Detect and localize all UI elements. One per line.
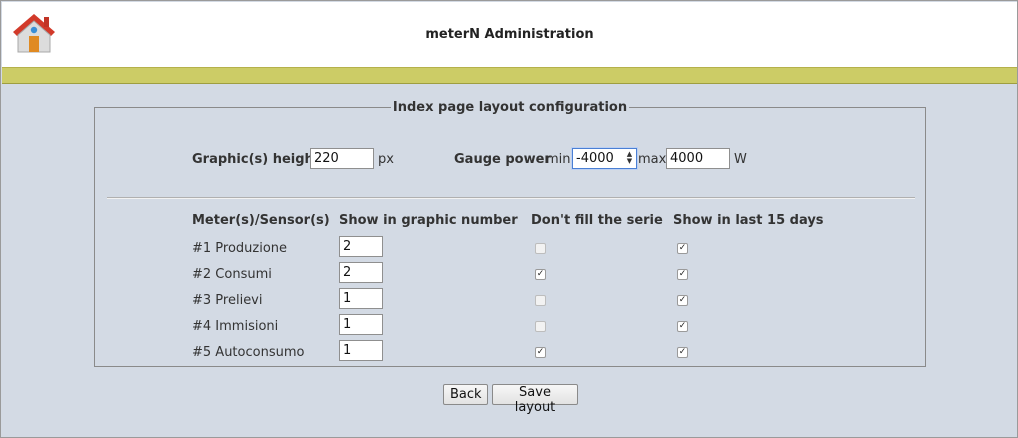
nofill-checkbox[interactable]	[535, 243, 546, 254]
nofill-checkbox[interactable]: ✓	[535, 269, 546, 280]
last15-checkbox[interactable]: ✓	[677, 347, 688, 358]
meter-name: #4 Immisioni	[192, 319, 279, 334]
spinner-arrows-icon[interactable]: ▲ ▼	[625, 151, 634, 165]
col-header-meter: Meter(s)/Sensor(s)	[192, 213, 330, 228]
last15-checkbox[interactable]: ✓	[677, 295, 688, 306]
graphic-number-input[interactable]	[339, 236, 383, 257]
graphic-number-input[interactable]	[339, 314, 383, 335]
graphic-height-input[interactable]	[310, 148, 374, 169]
gauge-max-input[interactable]	[666, 148, 730, 169]
graphic-number-input[interactable]	[339, 340, 383, 361]
col-header-nofill: Don't fill the serie	[531, 213, 663, 228]
nofill-checkbox[interactable]: ✓	[535, 347, 546, 358]
graphic-height-unit: px	[378, 152, 394, 167]
divider	[107, 197, 915, 199]
meter-name: #5 Autoconsumo	[192, 345, 305, 360]
gauge-min-label: min	[546, 152, 571, 167]
header: meterN Administration	[2, 2, 1017, 68]
gauge-power-label: Gauge power	[454, 152, 551, 167]
gauge-max-label: max	[638, 152, 667, 167]
page-title: meterN Administration	[425, 27, 594, 42]
back-button[interactable]: Back	[443, 384, 488, 405]
gauge-unit: W	[734, 152, 747, 167]
meter-name: #3 Prelievi	[192, 293, 263, 308]
graphic-height-label: Graphic(s) height	[192, 152, 321, 167]
last15-checkbox[interactable]: ✓	[677, 269, 688, 280]
layout-config-fieldset: Index page layout configuration Graphic(…	[94, 100, 926, 367]
graphic-number-input[interactable]	[339, 288, 383, 309]
meter-name: #1 Produzione	[192, 241, 288, 256]
save-layout-button[interactable]: Save layout	[492, 384, 578, 415]
nofill-checkbox[interactable]	[535, 295, 546, 306]
graphic-number-input[interactable]	[339, 262, 383, 283]
last15-checkbox[interactable]: ✓	[677, 243, 688, 254]
fieldset-legend: Index page layout configuration	[392, 100, 628, 115]
col-header-graphic: Show in graphic number	[339, 213, 518, 228]
admin-page: meterN Administration Index page layout …	[0, 0, 1018, 438]
gauge-min-wrapper: ▲▼	[572, 148, 637, 169]
accent-bar	[2, 68, 1017, 84]
col-header-last15: Show in last 15 days	[673, 213, 824, 228]
nofill-checkbox[interactable]	[535, 321, 546, 332]
last15-checkbox[interactable]: ✓	[677, 321, 688, 332]
meter-name: #2 Consumi	[192, 267, 272, 282]
